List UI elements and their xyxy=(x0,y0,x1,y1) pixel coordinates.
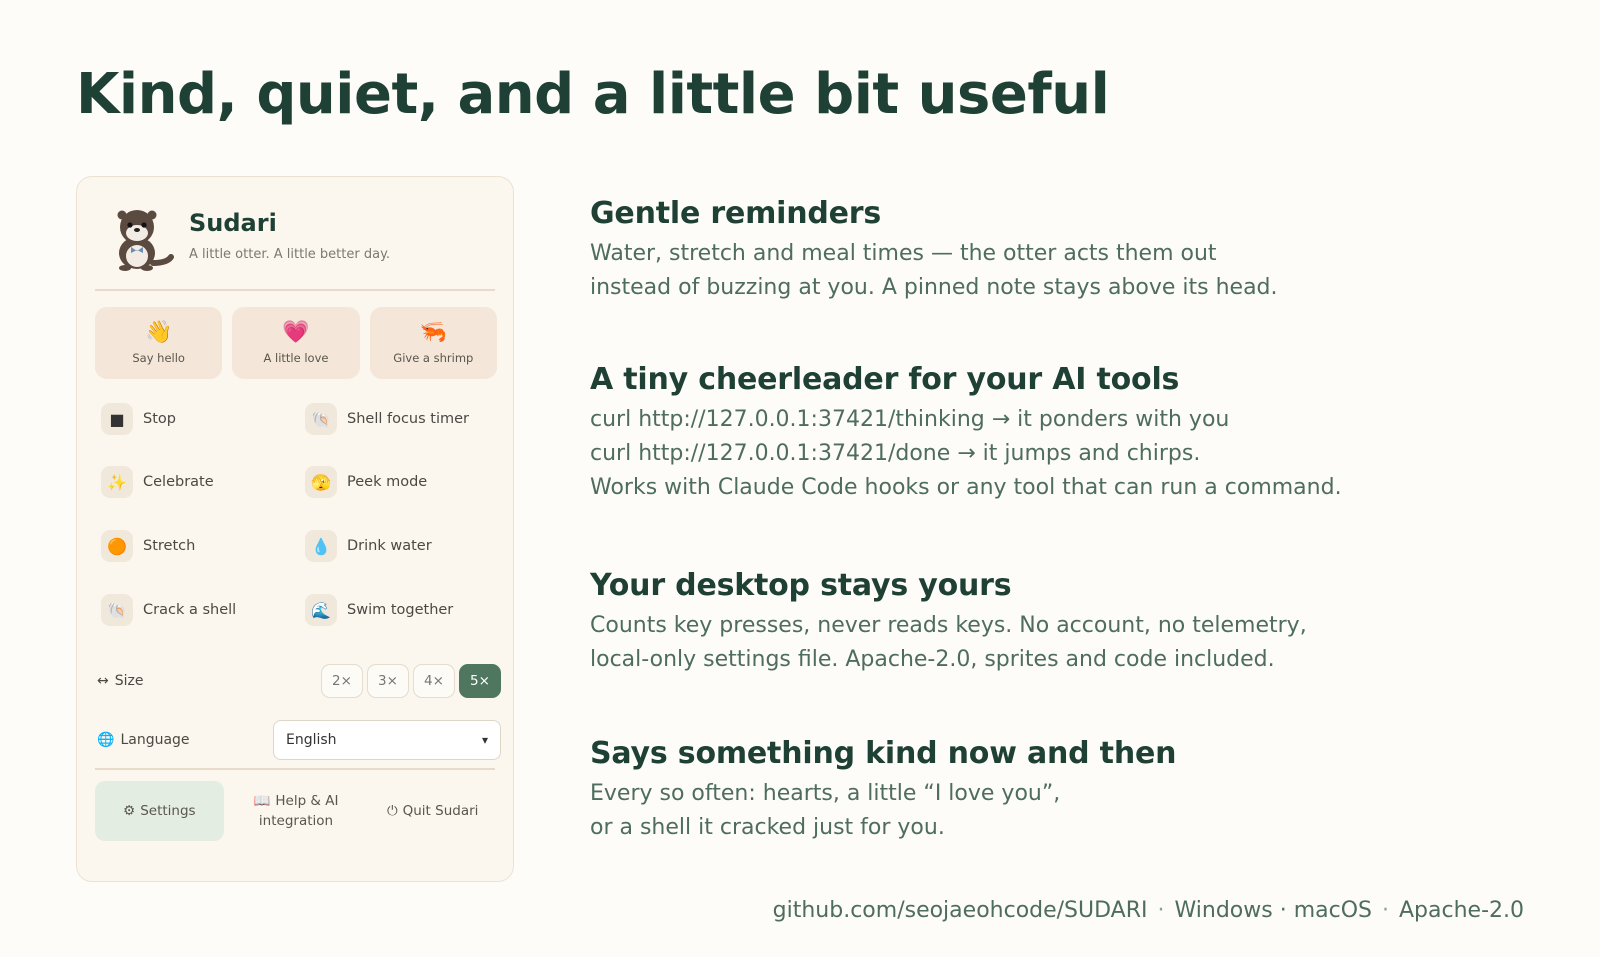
repo-link[interactable]: github.com/seojaeohcode/SUDARI xyxy=(773,898,1148,923)
celebrate-button[interactable]: ✨ Celebrate xyxy=(101,462,291,502)
language-select[interactable]: English ▾ xyxy=(273,720,501,760)
project-info-line: github.com/seojaeohcode/SUDARI · Windows ·… xyxy=(772,898,1524,923)
say-hello-label: Say hello xyxy=(132,351,185,365)
power-icon: ⏻ xyxy=(386,803,398,819)
shell-focus-timer-button[interactable]: 🐚 Shell focus timer xyxy=(305,399,495,439)
size-option-2x[interactable]: 2× xyxy=(321,664,363,698)
give-shrimp-label: Give a shrimp xyxy=(393,351,474,365)
shell-icon: 🐚 xyxy=(101,594,133,626)
stop-label: Stop xyxy=(143,411,176,427)
feature-gentle-reminders: Gentle reminders Water, stretch and meal… xyxy=(590,196,1550,305)
help-ai-integration-button[interactable]: 📖 Help & AI integration xyxy=(232,781,361,841)
shrimp-icon: 🦐 xyxy=(419,320,448,345)
feature-line: local-only settings file. Apache-2.0, sp… xyxy=(590,647,1275,672)
platforms: Windows · macOS xyxy=(1174,898,1372,923)
sudari-panel: Sudari A little otter. A little better d… xyxy=(76,176,514,882)
drink-water-label: Drink water xyxy=(347,538,432,554)
crack-shell-button[interactable]: 🐚 Crack a shell xyxy=(101,590,291,630)
little-love-button[interactable]: 💗 A little love xyxy=(232,307,360,379)
size-options: 2× 3× 4× 5× xyxy=(321,664,501,698)
language-value: English xyxy=(286,732,337,748)
swim-together-label: Swim together xyxy=(347,602,454,618)
book-icon: 📖 xyxy=(253,793,271,809)
shell-icon: 🐚 xyxy=(305,403,337,435)
feature-says-something-kind: Says something kind now and then Every s… xyxy=(590,736,1550,845)
peek-mode-label: Peek mode xyxy=(347,474,428,490)
panel-footer: ⚙ Settings 📖 Help & AI integration ⏻ Quit… xyxy=(95,781,497,841)
crack-shell-label: Crack a shell xyxy=(143,602,237,618)
size-option-5x[interactable]: 5× xyxy=(459,664,501,698)
header-divider xyxy=(95,289,495,291)
footer-divider xyxy=(95,768,495,770)
stretch-button[interactable]: 🟠 Stretch xyxy=(101,526,291,566)
language-label: 🌐 Language xyxy=(97,732,190,748)
feature-line: instead of buzzing at you. A pinned note… xyxy=(590,275,1278,300)
swim-together-button[interactable]: 🌊 Swim together xyxy=(305,590,495,630)
app-tagline: A little otter. A little better day. xyxy=(189,247,391,262)
size-label: ↔ Size xyxy=(97,673,144,689)
stop-icon: ■ xyxy=(101,403,133,435)
wave-icon: 🌊 xyxy=(305,594,337,626)
app-name: Sudari xyxy=(189,209,277,237)
feature-title: A tiny cheerleader for your AI tools xyxy=(590,362,1180,397)
stretch-icon: 🟠 xyxy=(101,530,133,562)
resize-arrows-icon: ↔ xyxy=(97,673,109,689)
water-drop-icon: 💧 xyxy=(305,530,337,562)
feature-line: curl http://127.0.0.1:37421/thinking → i… xyxy=(590,407,1230,432)
waving-hand-icon: 👋 xyxy=(144,320,173,345)
panel-header: Sudari A little otter. A little better d… xyxy=(95,199,495,271)
page-headline: Kind, quiet, and a little bit useful xyxy=(76,62,1110,127)
little-love-label: A little love xyxy=(263,351,329,365)
feature-line: Counts key presses, never reads keys. No… xyxy=(590,613,1307,638)
quit-button[interactable]: ⏻ Quit Sudari xyxy=(368,781,497,841)
feature-line: Works with Claude Code hooks or any tool… xyxy=(590,475,1342,500)
chevron-down-icon: ▾ xyxy=(481,733,488,747)
feature-title: Your desktop stays yours xyxy=(590,568,1012,603)
feature-title: Gentle reminders xyxy=(590,196,882,231)
stop-button[interactable]: ■ Stop xyxy=(101,399,291,439)
feature-line: or a shell it cracked just for you. xyxy=(590,815,945,840)
shell-focus-timer-label: Shell focus timer xyxy=(347,411,470,427)
feature-desktop-stays-yours: Your desktop stays yours Counts key pres… xyxy=(590,568,1550,677)
license: Apache-2.0 xyxy=(1399,898,1524,923)
celebrate-label: Celebrate xyxy=(143,474,214,490)
otter-mascot-icon xyxy=(117,210,174,271)
size-option-4x[interactable]: 4× xyxy=(413,664,455,698)
gear-icon: ⚙ xyxy=(123,803,136,819)
feature-line: curl http://127.0.0.1:37421/done → it ju… xyxy=(590,441,1201,466)
feature-ai-cheerleader: A tiny cheerleader for your AI tools cur… xyxy=(590,362,1550,505)
language-row: 🌐 Language English ▾ xyxy=(97,720,501,760)
feature-line: Every so often: hearts, a little “I love… xyxy=(590,781,1061,806)
stretch-label: Stretch xyxy=(143,538,196,554)
feature-line: Water, stretch and meal times — the otte… xyxy=(590,241,1217,266)
size-option-3x[interactable]: 3× xyxy=(367,664,409,698)
drink-water-button[interactable]: 💧 Drink water xyxy=(305,526,495,566)
size-row: ↔ Size 2× 3× 4× 5× xyxy=(97,661,501,701)
heart-icon: 💗 xyxy=(282,320,310,345)
peek-mode-button[interactable]: 🫣 Peek mode xyxy=(305,462,495,502)
say-hello-button[interactable]: 👋 Say hello xyxy=(95,307,223,379)
quick-actions: 👋 Say hello 💗 A little love 🦐 Give a shr… xyxy=(95,307,497,379)
globe-icon: 🌐 xyxy=(97,732,115,748)
feature-title: Says something kind now and then xyxy=(590,736,1177,771)
sparkles-icon: ✨ xyxy=(101,466,133,498)
give-shrimp-button[interactable]: 🦐 Give a shrimp xyxy=(369,307,497,379)
settings-button[interactable]: ⚙ Settings xyxy=(95,781,224,841)
peeking-face-icon: 🫣 xyxy=(305,466,337,498)
